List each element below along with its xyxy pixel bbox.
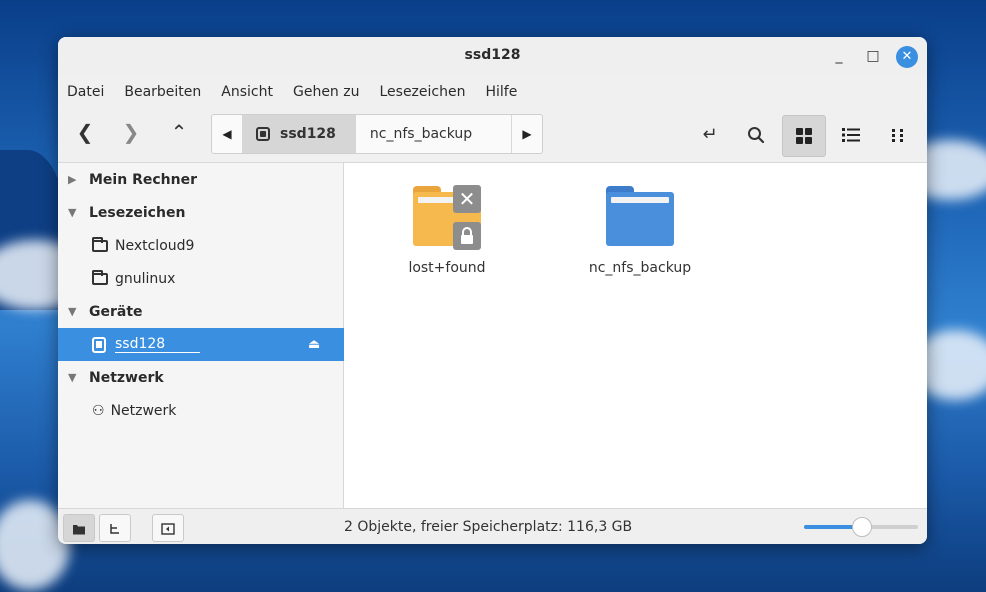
lock-emblem-icon (453, 222, 481, 250)
sidebar-item-gnulinux[interactable]: gnulinux (58, 262, 377, 295)
file-item-lost-found[interactable]: ✕ lost+found (372, 185, 522, 276)
sidebar-section-netzwerk[interactable]: ▼ Netzwerk (58, 361, 353, 394)
sidebar-item-label: Nextcloud9 (115, 237, 195, 254)
menubar: Datei Bearbeiten Ansicht Gehen zu Leseze… (58, 75, 927, 109)
maximize-button[interactable]: □ (862, 46, 884, 68)
file-manager-window: ssd128 _ □ ✕ Datei Bearbeiten Ansicht Ge… (58, 37, 927, 544)
sidebar-section-label: Mein Rechner (89, 171, 197, 188)
minimize-button[interactable]: _ (828, 46, 850, 68)
icon-view-button[interactable] (782, 115, 826, 157)
path-scroll-left-button[interactable]: ◀ (212, 115, 242, 153)
menu-hilfe[interactable]: Hilfe (485, 84, 527, 100)
forward-button[interactable]: ❯ (112, 115, 150, 149)
folder-icon: ✕ (413, 185, 481, 250)
toolbar: ❮ ❯ ⌃ ◀ ssd128 nc_nfs_backup ▶ ↵ (58, 109, 927, 159)
back-button[interactable]: ❮ (66, 115, 104, 149)
sidebar-item-netzwerk[interactable]: ⚇ Netzwerk (58, 394, 377, 427)
breadcrumb-ssd128[interactable]: ssd128 (242, 115, 356, 153)
folder-icon (92, 269, 108, 285)
file-item-nc-nfs-backup[interactable]: nc_nfs_backup (565, 186, 715, 276)
expander-expanded-icon[interactable]: ▼ (68, 305, 80, 318)
breadcrumb-label: ssd128 (280, 126, 336, 142)
drive-icon (92, 336, 106, 353)
breadcrumb-nc-nfs-backup[interactable]: nc_nfs_backup (356, 115, 492, 153)
content-area: ▶ Mein Rechner ▼ Lesezeichen Nextcloud9 … (58, 162, 927, 509)
menu-bearbeiten[interactable]: Bearbeiten (124, 84, 211, 100)
breadcrumb: ◀ ssd128 nc_nfs_backup ▶ (211, 114, 543, 154)
sidebar-item-label[interactable]: ssd128 (115, 336, 200, 353)
menu-datei[interactable]: Datei (67, 84, 114, 100)
breadcrumb-label: nc_nfs_backup (369, 126, 473, 142)
menu-lesezeichen[interactable]: Lesezeichen (379, 84, 475, 100)
sidebar-section-label: Geräte (89, 303, 143, 320)
sidebar: ▶ Mein Rechner ▼ Lesezeichen Nextcloud9 … (58, 163, 377, 509)
sidebar-item-ssd128[interactable]: ssd128 ⏏ (58, 328, 377, 361)
zoom-slider[interactable] (804, 517, 918, 537)
menu-ansicht[interactable]: Ansicht (221, 84, 283, 100)
status-text: 2 Objekte, freier Speicherplatz: 116,3 G… (344, 519, 633, 535)
sidebar-item-label: gnulinux (115, 270, 176, 287)
sidebar-section-lesezeichen[interactable]: ▼ Lesezeichen (58, 196, 353, 229)
search-icon[interactable] (735, 115, 777, 155)
sidebar-item-label: Netzwerk (110, 402, 177, 419)
file-name: nc_nfs_backup (588, 260, 692, 276)
drive-icon (256, 127, 270, 141)
statusbar: 2 Objekte, freier Speicherplatz: 116,3 G… (58, 508, 927, 544)
list-view-button[interactable] (830, 115, 872, 155)
eject-icon[interactable]: ⏏ (308, 337, 320, 352)
path-scroll-right-button[interactable]: ▶ (511, 115, 542, 153)
zoom-slider-handle[interactable] (852, 517, 872, 537)
hide-sidebar-button[interactable] (152, 514, 184, 542)
tree-icon (110, 523, 119, 534)
show-places-button[interactable] (63, 514, 95, 542)
compact-icon (892, 129, 903, 142)
close-button[interactable]: ✕ (896, 46, 918, 68)
compact-view-button[interactable] (878, 115, 920, 155)
list-icon (842, 128, 860, 142)
unreadable-emblem-icon: ✕ (453, 185, 481, 213)
folder-icon (606, 186, 674, 246)
sidebar-toggle-icon (161, 522, 175, 535)
expander-collapsed-icon[interactable]: ▶ (68, 173, 80, 186)
expander-expanded-icon[interactable]: ▼ (68, 206, 80, 219)
sidebar-section-mein-rechner[interactable]: ▶ Mein Rechner (58, 163, 353, 196)
sidebar-section-geraete[interactable]: ▼ Geräte (58, 295, 353, 328)
folder-paper (611, 197, 669, 203)
toggle-location-icon[interactable]: ↵ (689, 115, 731, 155)
file-name: lost+found (408, 260, 486, 276)
up-button[interactable]: ⌃ (160, 115, 198, 149)
sidebar-section-label: Netzwerk (89, 369, 164, 386)
menu-gehen-zu[interactable]: Gehen zu (293, 84, 370, 100)
network-icon: ⚇ (92, 402, 105, 419)
expander-expanded-icon[interactable]: ▼ (68, 371, 80, 384)
grid-icon (796, 128, 812, 144)
folder-icon (92, 236, 108, 252)
show-treeview-button[interactable] (99, 514, 131, 542)
places-icon (73, 524, 85, 534)
titlebar[interactable]: ssd128 _ □ ✕ (58, 37, 927, 75)
sidebar-section-label: Lesezeichen (89, 204, 186, 221)
window-title: ssd128 (464, 47, 521, 63)
sidebar-item-nextcloud9[interactable]: Nextcloud9 (58, 229, 377, 262)
file-view: ✕ lost+found nc_nfs_backup (344, 163, 927, 509)
